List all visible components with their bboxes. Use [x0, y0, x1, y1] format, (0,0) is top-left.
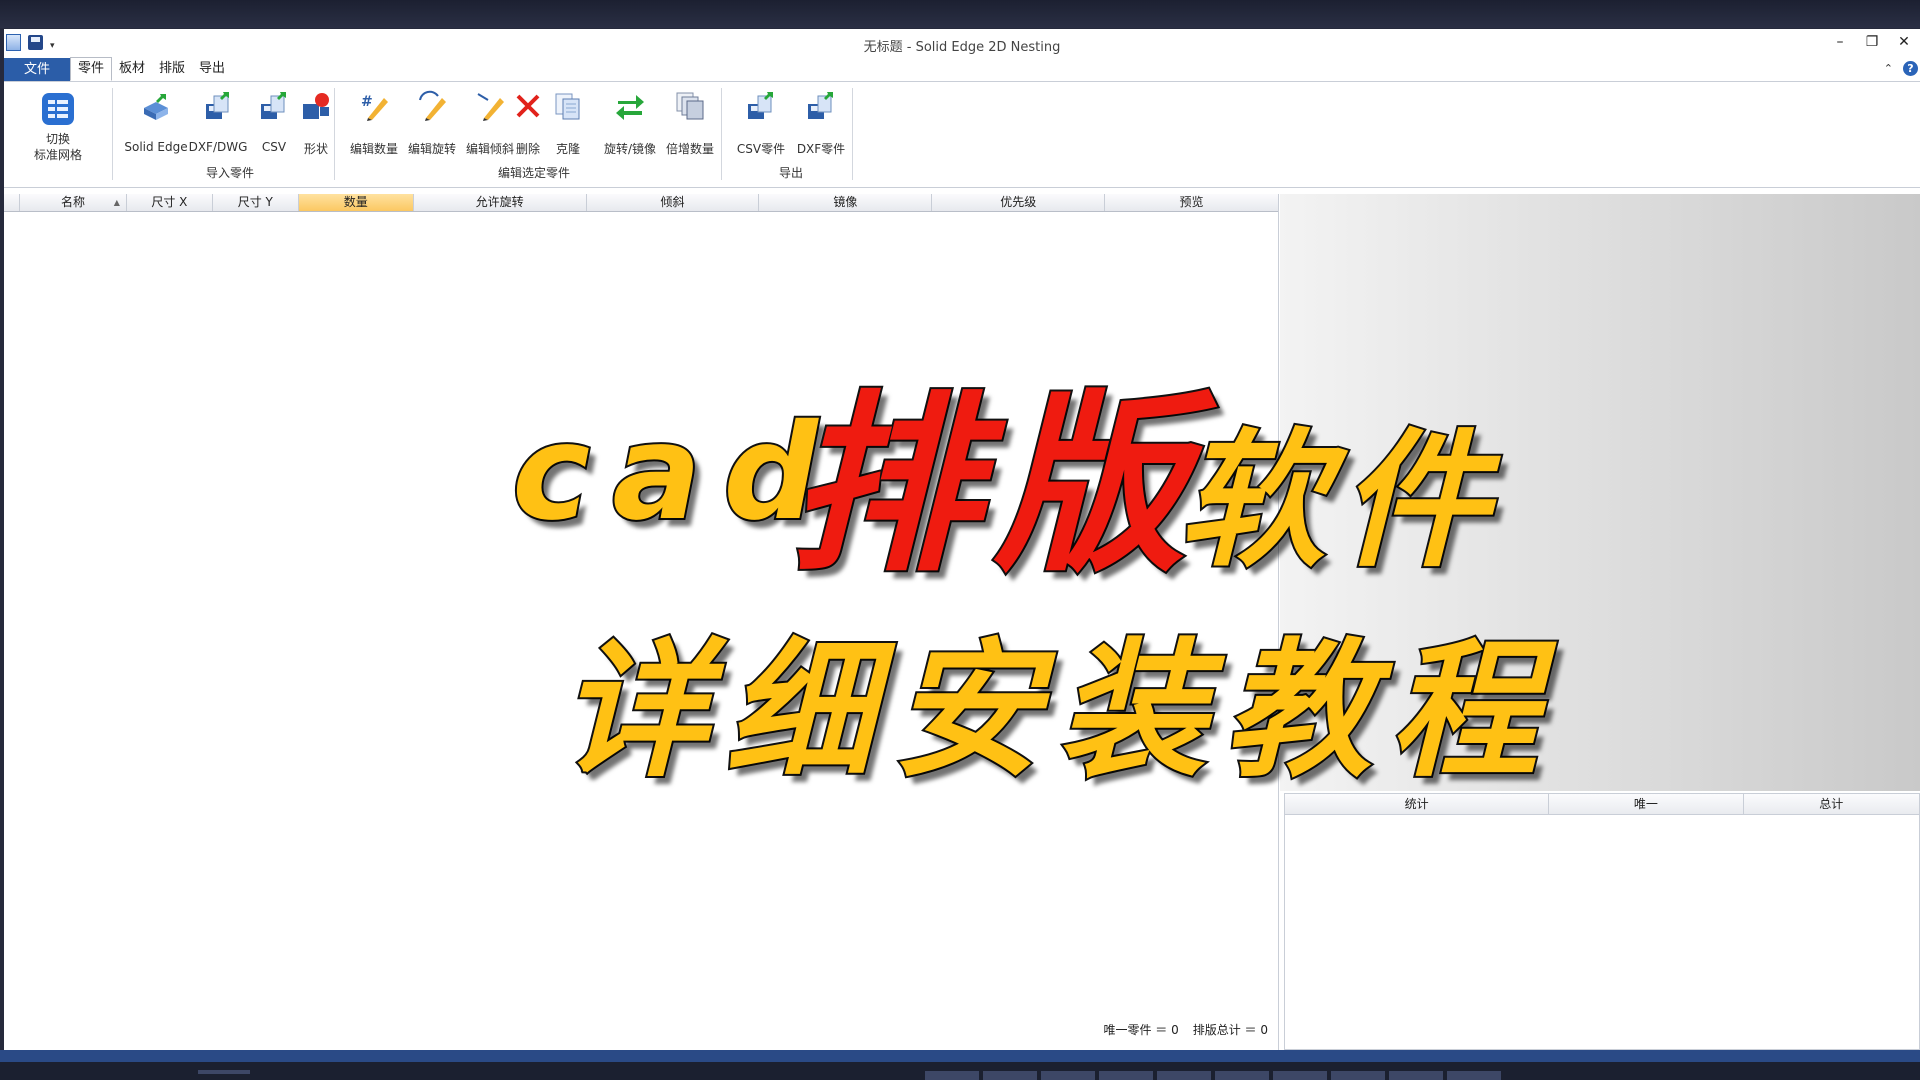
taskbar-slot[interactable]: [1099, 1071, 1153, 1080]
export-group-label: 导出: [778, 166, 803, 180]
csv-import-icon: [258, 90, 290, 122]
taskbar-slot[interactable]: [1389, 1071, 1443, 1080]
group-export: CSV零件 DXF零件 导出: [731, 84, 851, 185]
column-header-allow-rotation[interactable]: 允许旋转: [414, 194, 587, 211]
clone-icon: [552, 90, 584, 122]
taskbar-slot[interactable]: [1157, 1071, 1211, 1080]
taskbar-slot[interactable]: [1331, 1071, 1385, 1080]
minimize-button[interactable]: –: [1824, 31, 1856, 53]
import-solid-edge-button[interactable]: Solid Edge: [124, 84, 188, 170]
edit-group-label: 编辑选定零件: [497, 166, 570, 180]
clone-button[interactable]: 克隆: [548, 84, 588, 170]
row-header-corner: [4, 194, 20, 211]
tab-export[interactable]: 导出: [192, 58, 232, 81]
taskbar-slots: [925, 1071, 1501, 1080]
grid-status-bar: 唯一零件 ＝ 0 排版总计 ＝ 0: [1103, 1021, 1268, 1038]
unique-parts-count: 唯一零件 ＝ 0: [1103, 1023, 1179, 1037]
clone-label: 克隆: [555, 142, 580, 156]
dxf-dwg-import-icon: [202, 90, 234, 122]
import-dxf-dwg-button[interactable]: DXF/DWG: [189, 84, 247, 170]
group-grid: 切换 标准网格: [24, 84, 92, 185]
multiply-quantity-button[interactable]: 倍增数量: [662, 84, 718, 170]
rotate-mirror-button[interactable]: 旋转/镜像: [602, 84, 658, 170]
taskbar-slot[interactable]: [1215, 1071, 1269, 1080]
ribbon-separator: [112, 88, 113, 180]
tab-nesting[interactable]: 排版: [152, 58, 192, 81]
ribbon: 切换 标准网格 Solid Edge DXF/DWG CSV 形状 导入零件 #…: [4, 81, 1920, 188]
sort-ascending-icon: ▲: [113, 198, 120, 207]
column-header-size-y[interactable]: 尺寸 Y: [213, 194, 299, 211]
desktop-top-strip: [0, 0, 1920, 28]
multiply-quantity-label: 倍增数量: [665, 142, 714, 156]
column-header-mirror[interactable]: 镜像: [759, 194, 933, 211]
column-header-priority[interactable]: 优先级: [932, 194, 1106, 211]
column-header-tilt[interactable]: 倾斜: [587, 194, 760, 211]
close-button[interactable]: ✕: [1888, 31, 1920, 53]
taskbar-slot[interactable]: [1447, 1071, 1501, 1080]
tab-sheets[interactable]: 板材: [112, 58, 152, 81]
statistics-header: 统计 唯一 总计: [1285, 794, 1919, 815]
nest-total-count: 排版总计 ＝ 0: [1192, 1023, 1268, 1037]
window-controls: – ❐ ✕: [1824, 31, 1920, 53]
ribbon-tabs: 文件 零件 板材 排版 导出 ⌃ ?: [4, 57, 1920, 81]
taskbar-slot[interactable]: [983, 1071, 1037, 1080]
import-group-label: 导入零件: [205, 166, 254, 180]
parts-grid[interactable]: 名称 ▲ 尺寸 X 尺寸 Y 数量 允许旋转 倾斜 镜像 优先级 预览 唯一零件 …: [4, 194, 1279, 1050]
statistics-panel[interactable]: 统计 唯一 总计: [1284, 793, 1920, 1050]
edit-quantity-button[interactable]: # 编辑数量: [346, 84, 402, 170]
column-header-quantity[interactable]: 数量: [298, 194, 414, 211]
restore-button[interactable]: ❐: [1856, 31, 1888, 53]
taskbar: [0, 1050, 1920, 1080]
shape-button[interactable]: 形状: [288, 84, 344, 170]
edit-rotation-button[interactable]: 编辑旋转: [404, 84, 460, 170]
tab-file[interactable]: 文件: [4, 58, 70, 81]
taskbar-slot[interactable]: [1273, 1071, 1327, 1080]
taskbar-slot[interactable]: [1041, 1071, 1095, 1080]
ribbon-separator: [721, 88, 722, 180]
ribbon-separator: [852, 88, 853, 180]
window-title: 无标题 - Solid Edge 2D Nesting: [863, 40, 1061, 55]
grid-icon: [41, 92, 75, 126]
edit-tilt-icon: [474, 90, 506, 122]
column-header-name[interactable]: 名称 ▲: [20, 194, 127, 211]
ribbon-separator: [334, 88, 335, 180]
help-icon[interactable]: ?: [1903, 61, 1918, 76]
title-bar: ▾ 无标题 - Solid Edge 2D Nesting – ❐ ✕: [4, 29, 1920, 58]
app-window: ▾ 无标题 - Solid Edge 2D Nesting – ❐ ✕ 文件 零…: [4, 29, 1920, 1050]
csv-export-icon: [745, 90, 777, 122]
dxf-export-icon: [805, 90, 837, 122]
toggle-grid-button[interactable]: 切换 标准网格: [30, 84, 86, 170]
rotate-mirror-icon: [614, 90, 646, 122]
delete-icon: [512, 90, 544, 122]
export-csv-parts-button[interactable]: CSV零件: [733, 84, 789, 170]
shape-icon: [300, 90, 332, 122]
multiply-quantity-icon: [674, 90, 706, 122]
export-dxf-parts-button[interactable]: DXF零件: [793, 84, 849, 170]
tab-parts[interactable]: 零件: [70, 57, 113, 81]
edit-quantity-icon: #: [358, 90, 390, 122]
column-header-preview[interactable]: 预览: [1105, 194, 1278, 211]
group-edit: # 编辑数量 编辑旋转 编辑倾斜 删除 克隆 旋转/镜像 倍增数量 编辑选定零件: [344, 84, 724, 185]
edit-rotation-icon: [416, 90, 448, 122]
part-preview-pane[interactable]: [1280, 194, 1920, 791]
parts-grid-header: 名称 ▲ 尺寸 X 尺寸 Y 数量 允许旋转 倾斜 镜像 优先级 预览: [4, 194, 1278, 212]
delete-button[interactable]: 删除: [508, 84, 548, 170]
taskbar-slot[interactable]: [925, 1071, 979, 1080]
toggle-grid-label: 切换 标准网格: [33, 132, 82, 162]
group-import: Solid Edge DXF/DWG CSV 形状 导入零件: [122, 84, 338, 185]
collapse-ribbon-icon[interactable]: ⌃: [1884, 62, 1893, 75]
solid-edge-import-icon: [140, 90, 172, 122]
svg-text:#: #: [361, 94, 373, 110]
stats-column-statistics[interactable]: 统计: [1285, 794, 1550, 814]
stats-column-unique[interactable]: 唯一: [1549, 794, 1744, 814]
ribbon-controls: ⌃ ?: [1884, 61, 1918, 76]
taskbar-indicator: [198, 1070, 250, 1074]
column-header-size-x[interactable]: 尺寸 X: [127, 194, 213, 211]
export-dxf-parts-label: DXF零件: [796, 142, 846, 156]
stats-column-total[interactable]: 总计: [1744, 794, 1919, 814]
